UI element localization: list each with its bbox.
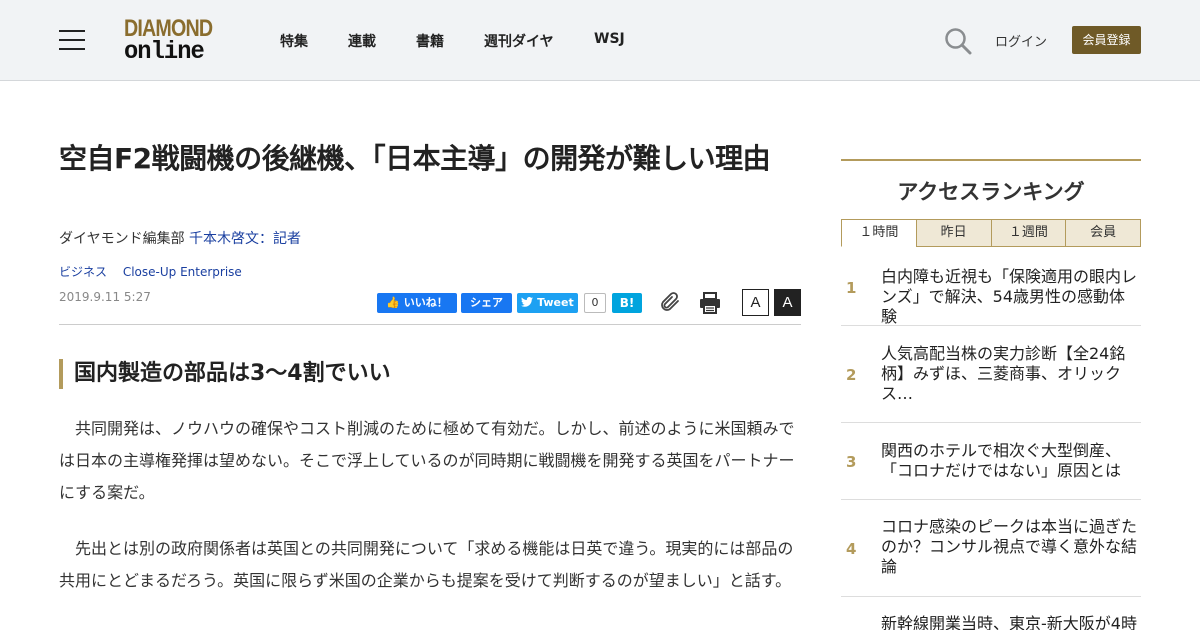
rank-number: 3 — [846, 453, 857, 471]
ranking-item[interactable]: 1 白内障も近視も「保険適用の眼内レンズ」で解決、54歳男性の感動体験 — [841, 247, 1141, 326]
rank-title: 新幹線開業当時、東京-新大阪が4時 — [881, 614, 1137, 630]
ranking-item[interactable]: 3 関西のホテルで相次ぐ大型倒産、「コロナだけではない」原因とは — [841, 423, 1141, 500]
like-label: いいね！ — [403, 296, 448, 309]
article-title: 空自F2戦闘機の後継機、「日本主導」の開発が難しい理由 — [59, 142, 771, 175]
author-link[interactable]: 千本木啓文：記者 — [189, 231, 301, 247]
rank-number: 2 — [846, 366, 857, 384]
rank-title: 人気高配当株の実力診断【全24銘柄】みずほ、三菱商事、オリックス… — [881, 344, 1126, 403]
site-logo[interactable]: DIAMOND online — [124, 17, 228, 66]
ranking-item[interactable]: 新幹線開業当時、東京-新大阪が4時 — [841, 597, 1141, 630]
article-divider — [59, 324, 801, 325]
site-header: DIAMOND online 特集 連載 書籍 週刊ダイヤ WSJ ログイン 会… — [0, 0, 1200, 81]
hatena-bookmark-button[interactable]: B! — [612, 293, 642, 313]
article-paragraph-1: 共同開発は、ノウハウの確保やコスト削減のために極めて有効だ。しかし、前述のように… — [59, 419, 795, 502]
facebook-like-button[interactable]: 👍 いいね！ — [377, 293, 457, 313]
category-links: ビジネス Close-Up Enterprise — [59, 263, 254, 280]
category-business-link[interactable]: ビジネス — [59, 265, 107, 279]
menu-icon[interactable] — [59, 30, 85, 50]
byline: ダイヤモンド編集部 千本木啓文：記者 — [59, 228, 301, 248]
ranking-title: アクセスランキング — [897, 180, 1085, 204]
rank-title: 白内障も近視も「保険適用の眼内レンズ」で解決、54歳男性の感動体験 — [881, 267, 1138, 326]
ranking-item[interactable]: 2 人気高配当株の実力診断【全24銘柄】みずほ、三菱商事、オリックス… — [841, 326, 1141, 423]
nav-item-books[interactable]: 書籍 — [416, 31, 444, 51]
tab-1-hour[interactable]: １時間 — [841, 219, 917, 247]
thumbs-up-icon: 👍 — [386, 296, 400, 309]
rank-title: コロナ感染のピークは本当に過ぎたのか？コンサル視点で導く意外な結論 — [881, 517, 1138, 576]
tab-members[interactable]: 会員 — [1065, 219, 1141, 247]
category-closeup-link[interactable]: Close-Up Enterprise — [123, 265, 242, 279]
article-paragraph-2: 先出とは別の政府関係者は英国との共同開発について「求める機能は日英で違う。現実的… — [59, 539, 794, 590]
tab-yesterday[interactable]: 昨日 — [915, 219, 992, 247]
ranking-tabs: １時間 昨日 １週間 会員 — [841, 219, 1141, 247]
twitter-bird-icon — [521, 297, 534, 307]
tweet-count: 0 — [584, 293, 606, 313]
nav-item-series[interactable]: 連載 — [348, 31, 376, 51]
font-size-small-button[interactable]: A — [742, 289, 769, 316]
register-button[interactable]: 会員登録 — [1072, 26, 1141, 54]
nav-item-weekly[interactable]: 週刊ダイヤ — [484, 31, 554, 51]
nav-item-feature[interactable]: 特集 — [280, 31, 308, 51]
rank-title: 関西のホテルで相次ぐ大型倒産、「コロナだけではない」原因とは — [881, 441, 1122, 480]
rank-number: 4 — [846, 540, 857, 558]
facebook-share-button[interactable]: シェア — [461, 293, 512, 313]
print-icon[interactable] — [698, 291, 722, 315]
byline-dept: ダイヤモンド編集部 — [59, 231, 185, 247]
search-icon[interactable] — [944, 27, 972, 55]
publish-date: 2019.9.11 5:27 — [59, 290, 151, 304]
tweet-label: Tweet — [537, 296, 574, 309]
logo-bottom-text: online — [124, 37, 205, 66]
login-link[interactable]: ログイン — [995, 31, 1047, 50]
sidebar-rule — [841, 159, 1141, 161]
font-size-large-button[interactable]: A — [774, 289, 801, 316]
rank-number: 1 — [846, 279, 857, 297]
article-subheading: 国内製造の部品は3～4割でいい — [59, 359, 391, 389]
tweet-button[interactable]: Tweet — [517, 293, 578, 313]
ranking-item[interactable]: 4 コロナ感染のピークは本当に過ぎたのか？コンサル視点で導く意外な結論 — [841, 500, 1141, 597]
nav-item-wsj[interactable]: WSJ — [594, 31, 625, 47]
clip-icon[interactable] — [658, 290, 682, 314]
tab-1-week[interactable]: １週間 — [990, 219, 1067, 247]
